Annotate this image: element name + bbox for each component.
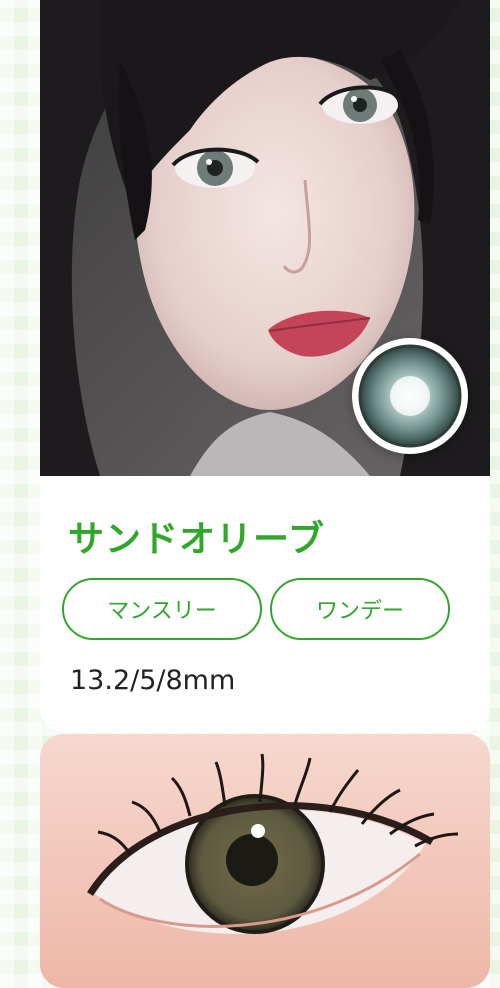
- product-name: サンドオリーブ: [68, 519, 325, 560]
- lens-thumbnail: [352, 338, 468, 454]
- product-card[interactable]: サンドオリーブ マンスリー ワンデー 13.2/5/8mm: [40, 0, 490, 732]
- tag-monthly[interactable]: マンスリー: [62, 578, 262, 640]
- tag-oneday[interactable]: ワンデー: [270, 578, 450, 640]
- eye-closeup-photo: [40, 734, 490, 988]
- lens-specs: 13.2/5/8mm: [70, 665, 236, 696]
